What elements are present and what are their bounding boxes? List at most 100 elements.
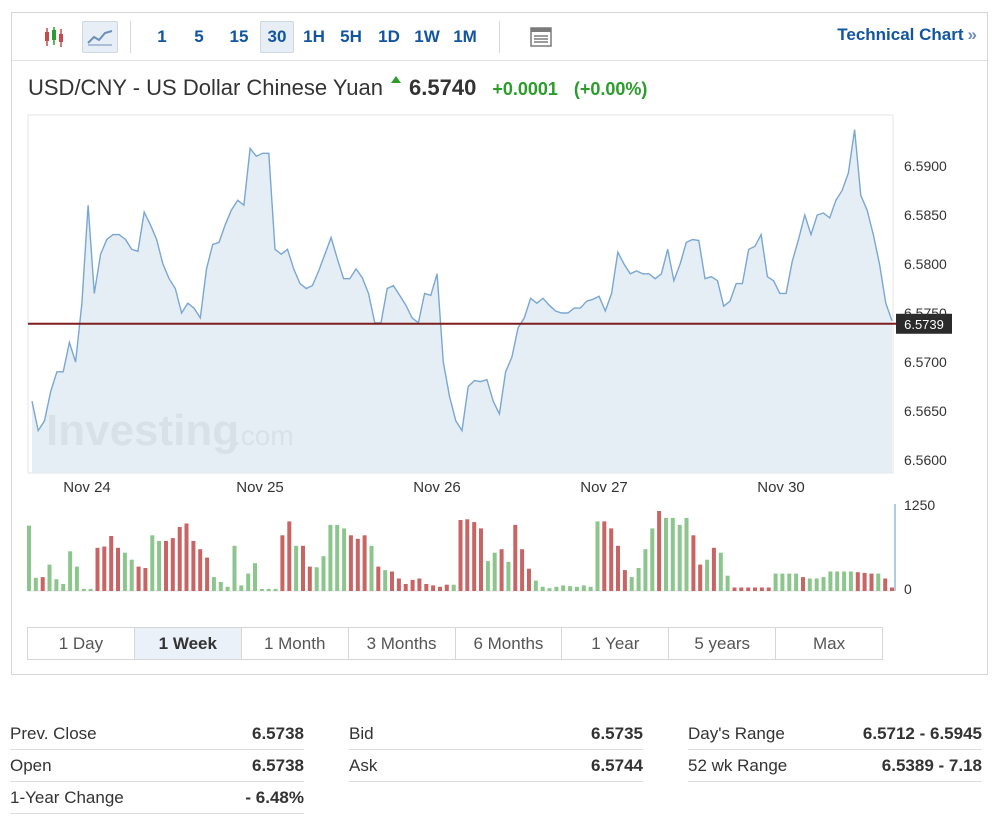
volume-bar (506, 561, 511, 591)
period-1-year-tab[interactable]: 1 Year (562, 628, 670, 659)
volume-bar (479, 528, 483, 591)
period-6-months-tab[interactable]: 6 Months (456, 628, 563, 659)
volume-bar (828, 571, 833, 591)
stat-label: 1-Year Change (10, 787, 124, 807)
volume-bar (307, 566, 312, 591)
volume-bar (342, 528, 347, 591)
stat-row: 52 wk Range 6.5389 - 7.18 (688, 750, 982, 782)
volume-bar (129, 559, 134, 591)
volume-bar (369, 545, 374, 591)
volume-bar (47, 564, 52, 591)
volume-bar (335, 524, 340, 591)
volume-bar (595, 521, 600, 591)
volume-bar (376, 566, 381, 591)
volume-bar (403, 584, 408, 591)
volume-bar (164, 540, 168, 591)
volume-bar (157, 540, 162, 591)
period-3-months-tab[interactable]: 3 Months (349, 628, 456, 659)
stat-value: 6.5738 (252, 723, 304, 743)
volume-bar (869, 573, 874, 591)
volume-bar (794, 573, 799, 591)
volume-bar (533, 580, 538, 591)
volume-bar (485, 561, 490, 591)
stats-column-2: Bid 6.5735 Ask 6.5744 (349, 718, 643, 782)
volume-bar (609, 528, 614, 591)
period-5-years-tab[interactable]: 5 years (669, 628, 777, 659)
volume-bar (225, 586, 230, 591)
volume-bar (68, 551, 73, 591)
volume-bar (136, 566, 141, 591)
volume-bar (211, 577, 216, 591)
volume-bar (177, 527, 182, 591)
stat-label: Ask (349, 755, 378, 775)
volume-bar (218, 582, 223, 591)
volume-bar (438, 586, 442, 591)
volume-bar (143, 568, 148, 591)
volume-bar (691, 535, 696, 591)
y-tick-label: 6.5800 (904, 256, 947, 272)
volume-bar (753, 587, 757, 591)
volume-bar (835, 571, 840, 591)
volume-bar (424, 584, 429, 591)
period-1-week-tab[interactable]: 1 Week (134, 628, 242, 659)
stat-label: Prev. Close (10, 723, 97, 743)
volume-bar (629, 577, 634, 591)
volume-bar (527, 568, 531, 591)
stat-value: 6.5389 - 7.18 (881, 755, 982, 775)
volume-bar (718, 552, 723, 591)
volume-bar (725, 575, 730, 591)
period-1-day-tab[interactable]: 1 Day (28, 628, 135, 659)
volume-bar (540, 586, 545, 591)
volume-bar (472, 522, 477, 591)
stat-row: Open 6.5738 (10, 750, 304, 782)
volume-bar (616, 545, 620, 591)
stat-label: Bid (349, 723, 374, 743)
volume-bar (588, 586, 593, 591)
volume-bar (259, 588, 264, 591)
volume-bar (465, 519, 470, 591)
volume-bar (807, 578, 812, 591)
volume-bar (417, 578, 422, 591)
stats-column-3: Day's Range 6.5712 - 6.5945 52 wk Range 6.5… (688, 718, 982, 782)
stat-row: Prev. Close 6.5738 (10, 718, 304, 750)
volume-bar (684, 517, 689, 591)
volume-bar (280, 535, 285, 591)
period-max-tab[interactable]: Max (776, 628, 882, 659)
volume-bar (711, 547, 716, 591)
volume-bar (410, 579, 415, 591)
stat-label: Day's Range (688, 723, 785, 743)
volume-bar (650, 528, 655, 591)
volume-bar (664, 517, 668, 591)
volume-bar (95, 547, 100, 591)
volume-bar (636, 568, 641, 591)
volume-bar (253, 563, 257, 591)
volume-bar (362, 535, 367, 591)
volume-bar (890, 587, 894, 591)
volume-bar (622, 570, 627, 591)
period-1-month-tab[interactable]: 1 Month (242, 628, 349, 659)
volume-bar (54, 579, 59, 591)
x-tick-label: Nov 27 (580, 479, 628, 496)
y-tick-label: 6.5600 (904, 452, 947, 468)
x-tick-label: Nov 24 (63, 479, 111, 496)
volume-bar (444, 584, 449, 591)
price-chart[interactable]: Investing.com6.57396.59006.58506.58006.5… (12, 13, 987, 613)
stat-value: 6.5744 (591, 755, 643, 775)
volume-bar (81, 588, 86, 591)
volume-bar (88, 588, 93, 591)
stat-value: 6.5712 - 6.5945 (862, 723, 982, 743)
volume-bar (581, 585, 586, 591)
volume-bar (102, 546, 107, 591)
volume-bar (643, 549, 648, 591)
volume-bar (801, 577, 805, 591)
volume-bar (657, 511, 662, 591)
volume-bar (232, 545, 237, 591)
volume-bar (301, 545, 305, 591)
volume-bar (499, 549, 504, 591)
volume-bar (520, 549, 525, 591)
y-tick-label: 6.5650 (904, 403, 947, 419)
volume-bar (814, 578, 819, 591)
stat-value: 6.5735 (591, 723, 643, 743)
volume-bar (40, 577, 45, 591)
volume-bar (602, 521, 607, 591)
